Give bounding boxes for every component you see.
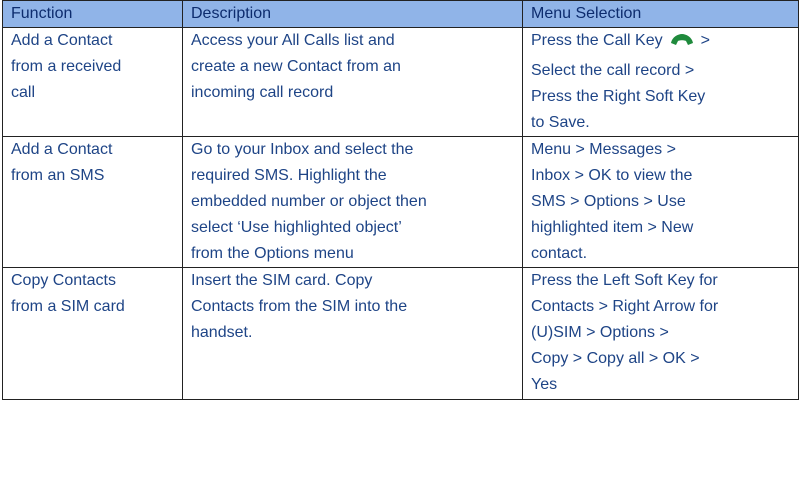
call-key-icon [669,32,695,58]
description-text: Go to your Inbox and select the required… [191,141,427,262]
description-cell: Insert the SIM card. Copy Contacts from … [182,267,523,400]
function-text: Add a Contact from an SMS [11,141,113,184]
description-cell: Access your All Calls list and create a … [182,27,523,137]
function-cell: Add a Contact from a received call [2,27,183,137]
table-body: Add a Contact from a received call Acces… [2,27,799,400]
table-row: Add a Contact from a received call Acces… [2,27,799,137]
header-description: Description [182,0,523,28]
function-text: Copy Contacts from a SIM card [11,272,125,315]
header-function: Function [2,0,183,28]
description-text: Insert the SIM card. Copy Contacts from … [191,272,408,341]
menu-selection-cell: Press the Call Key > Select the call reco… [522,27,799,137]
function-cell: Copy Contacts from a SIM card [2,267,183,400]
table-row: Add a Contact from an SMS Go to your Inb… [2,136,799,268]
table-row: Copy Contacts from a SIM card Insert the… [2,267,799,400]
contacts-function-table: Function Description Menu Selection Add … [2,0,799,400]
table-header: Function Description Menu Selection [2,0,799,28]
menu-selection-cell: Press the Left Soft Key for Contacts > R… [522,267,799,400]
description-text: Access your All Calls list and create a … [191,32,401,101]
menu-selection-text: Press the Left Soft Key for Contacts > R… [531,272,719,393]
header-menu-selection: Menu Selection [522,0,799,28]
function-text: Add a Contact from a received call [11,32,122,101]
function-cell: Add a Contact from an SMS [2,136,183,268]
menu-selection-cell: Menu > Messages > Inbox > OK to view the… [522,136,799,268]
description-cell: Go to your Inbox and select the required… [182,136,523,268]
header-row: Function Description Menu Selection [2,0,799,28]
menu-selection-text: Menu > Messages > Inbox > OK to view the… [531,141,694,262]
menu-selection-prefix: Press the Call Key [531,32,663,49]
